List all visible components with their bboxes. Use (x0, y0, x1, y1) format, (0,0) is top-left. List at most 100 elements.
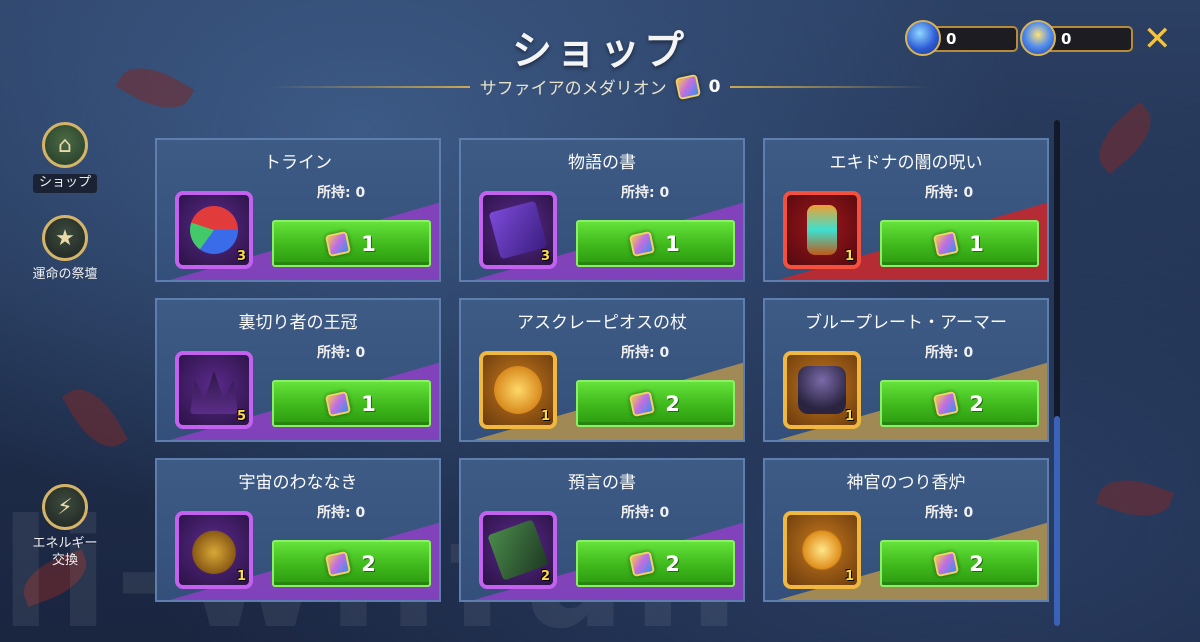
item-name: トライン (264, 153, 332, 173)
winged-staff-icon (494, 366, 542, 414)
scrollbar-thumb[interactable] (1054, 416, 1060, 626)
item-name: 裏切り者の王冠 (238, 313, 358, 333)
item-name: アスクレーピオスの杖 (517, 313, 687, 333)
item-name: 預言の書 (568, 473, 636, 493)
item-name: 物語の書 (568, 153, 636, 173)
shop-item-card: 裏切り者の王冠 所持: 0 5 1 (155, 298, 441, 442)
item-name: エキドナの闇の呪い (829, 153, 983, 173)
buy-button[interactable]: 2 (880, 540, 1039, 587)
item-quantity: 1 (844, 249, 854, 264)
energy-icon: ⚡ (42, 484, 88, 530)
sapphire-medallion-icon (629, 390, 656, 417)
sapphire-medallion-icon (325, 550, 352, 577)
star-icon: ★ (42, 215, 88, 261)
shop-item-card: アスクレーピオスの杖 所持: 0 1 2 (459, 298, 745, 442)
owned-count: 所持: 0 (317, 345, 366, 361)
item-slot[interactable]: 1 (783, 511, 861, 589)
item-quantity: 3 (540, 249, 550, 264)
price: 1 (969, 231, 984, 256)
owned-count: 所持: 0 (621, 345, 670, 361)
shop-item-card: ブループレート・アーマー 所持: 0 1 2 (763, 298, 1049, 442)
sidebar-item-energy-exchange[interactable]: ⚡ エネルギー 交換 (10, 484, 120, 570)
price: 2 (969, 551, 984, 576)
shop-item-card: 宇宙のわななき 所持: 0 1 2 (155, 458, 441, 602)
orb-icon (190, 206, 238, 254)
owned-count: 所持: 0 (317, 185, 366, 201)
sidebar-item-label: エネルギー 交換 (32, 536, 98, 568)
subtitle-row: サファイアのメダリオン 0 (0, 73, 1200, 100)
shop-item-card: エキドナの闇の呪い 所持: 0 1 1 (763, 138, 1049, 282)
shop-item-card: 預言の書 所持: 0 2 2 (459, 458, 745, 602)
item-slot[interactable]: 3 (175, 191, 253, 269)
price: 2 (665, 391, 680, 416)
item-name: ブループレート・アーマー (805, 313, 1007, 333)
potion-icon (807, 205, 837, 255)
sapphire-medallion-icon (629, 550, 656, 577)
skull-icon (190, 526, 238, 574)
buy-button[interactable]: 1 (576, 220, 735, 267)
item-slot[interactable]: 1 (783, 351, 861, 429)
sapphire-medallion-icon (629, 230, 656, 257)
item-name: 神官のつり香炉 (846, 473, 966, 493)
shop-icon: ⌂ (42, 122, 88, 168)
background-leaf (61, 378, 129, 458)
shop-item-card: 神官のつり香炉 所持: 0 1 2 (763, 458, 1049, 602)
owned-count: 所持: 0 (925, 345, 974, 361)
item-slot[interactable]: 2 (479, 511, 557, 589)
price: 2 (969, 391, 984, 416)
sidebar-item-altar[interactable]: ★ 運命の祭壇 (10, 215, 120, 284)
price: 1 (361, 231, 376, 256)
buy-button[interactable]: 1 (272, 380, 431, 427)
sapphire-medallion-icon (933, 550, 960, 577)
item-quantity: 1 (236, 569, 246, 584)
item-slot[interactable]: 1 (175, 511, 253, 589)
price: 2 (665, 551, 680, 576)
sidebar-item-label: ショップ (32, 174, 97, 193)
price: 2 (361, 551, 376, 576)
shop-item-card: トライン 所持: 0 3 1 (155, 138, 441, 282)
crown-icon (190, 370, 238, 414)
medal-currency-value: 0 (1061, 30, 1072, 48)
medallion-count: 0 (708, 76, 721, 97)
sapphire-medallion-icon (325, 230, 352, 257)
shop-item-card: 物語の書 所持: 0 3 1 (459, 138, 745, 282)
owned-count: 所持: 0 (925, 505, 974, 521)
buy-button[interactable]: 1 (880, 220, 1039, 267)
buy-button[interactable]: 2 (576, 540, 735, 587)
divider-left (269, 85, 470, 88)
gem-currency-value: 0 (946, 30, 957, 48)
item-slot[interactable]: 5 (175, 351, 253, 429)
buy-button[interactable]: 2 (576, 380, 735, 427)
owned-count: 所持: 0 (317, 505, 366, 521)
price: 1 (361, 391, 376, 416)
sidebar-item-shop[interactable]: ⌂ ショップ (10, 122, 120, 193)
owned-count: 所持: 0 (925, 185, 974, 201)
censer-icon (798, 526, 846, 574)
item-slot[interactable]: 1 (783, 191, 861, 269)
background-leaf (1095, 469, 1175, 527)
medal-coin-icon (1020, 20, 1056, 56)
book-icon (488, 200, 548, 260)
buy-button[interactable]: 2 (272, 540, 431, 587)
buy-button[interactable]: 1 (272, 220, 431, 267)
buy-button[interactable]: 2 (880, 380, 1039, 427)
sidebar-item-label: 運命の祭壇 (32, 267, 98, 282)
close-icon[interactable]: ✕ (1143, 22, 1172, 56)
blue-gem-icon (905, 20, 941, 56)
price: 1 (665, 231, 680, 256)
item-quantity: 5 (236, 409, 246, 424)
currency-subtitle: サファイアのメダリオン (479, 79, 667, 99)
owned-count: 所持: 0 (621, 185, 670, 201)
armor-icon (798, 366, 846, 414)
item-slot[interactable]: 1 (479, 351, 557, 429)
scrollbar[interactable] (1054, 120, 1060, 626)
item-quantity: 1 (540, 409, 550, 424)
item-quantity: 1 (844, 409, 854, 424)
page-title: ショップ (512, 28, 688, 74)
owned-count: 所持: 0 (621, 505, 670, 521)
item-slot[interactable]: 3 (479, 191, 557, 269)
shop-grid: トライン 所持: 0 3 1 物語の書 所持: 0 3 1 エキドナの闇の呪い … (155, 138, 1049, 602)
item-name: 宇宙のわななき (238, 473, 358, 493)
sapphire-medallion-icon (674, 73, 701, 100)
prophecy-book-icon (487, 519, 549, 581)
